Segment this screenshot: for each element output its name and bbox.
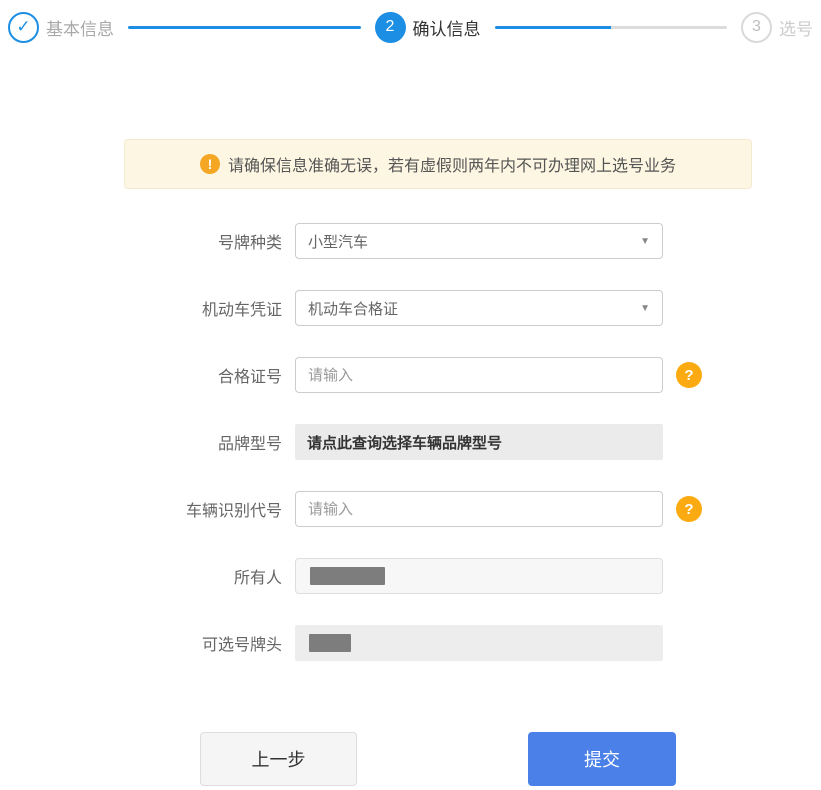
step-label-basic-info: 基本信息 [46, 19, 114, 39]
form-row-brand-model: 品牌型号 请点此查询选择车辆品牌型号 [0, 424, 821, 460]
step-confirm-info: 2 确认信息 [374, 11, 481, 43]
certificate-number-input[interactable] [295, 357, 663, 393]
vehicle-certificate-select[interactable]: 机动车合格证 ▼ [295, 290, 663, 326]
submit-button[interactable]: 提交 [528, 732, 676, 786]
step-done-check-icon: ✓ [8, 11, 39, 43]
step-basic-info: ✓ 基本信息 [8, 11, 114, 43]
previous-step-button[interactable]: 上一步 [200, 732, 357, 786]
chevron-down-icon: ▼ [640, 302, 650, 314]
step-label-confirm-info: 确认信息 [412, 19, 481, 39]
plate-type-label: 号牌种类 [217, 235, 282, 252]
step-label-pick-number: 选号 [779, 19, 813, 39]
form-row-plate-prefix: 可选号牌头 [0, 625, 821, 661]
brand-model-picker[interactable]: 请点此查询选择车辆品牌型号 [295, 424, 663, 460]
step-connector-2 [494, 25, 727, 29]
vin-input[interactable] [295, 491, 663, 527]
form-row-owner: 所有人 [0, 558, 821, 594]
step-pick-number: 3 选号 [741, 11, 813, 43]
redacted-plate-prefix-value [309, 634, 351, 652]
plate-prefix-readonly-field [295, 625, 663, 661]
form-row-certificate-number: 合格证号 ? [0, 357, 821, 393]
confirm-info-form: 号牌种类 小型汽车 ▼ 机动车凭证 机动车合格证 ▼ 合格证号 ? 品牌型号 请… [0, 223, 821, 661]
vin-help-icon[interactable]: ? [676, 496, 702, 522]
form-actions: 上一步 提交 [200, 732, 821, 786]
plate-prefix-label: 可选号牌头 [201, 637, 282, 654]
form-row-plate-type: 号牌种类 小型汽车 ▼ [0, 223, 821, 259]
step-number-3: 3 [741, 11, 772, 43]
certificate-number-label: 合格证号 [217, 369, 282, 386]
step-connector-1 [128, 25, 361, 29]
brand-model-picker-text: 请点此查询选择车辆品牌型号 [307, 434, 503, 452]
chevron-down-icon: ▼ [640, 235, 650, 247]
vehicle-certificate-label: 机动车凭证 [201, 302, 282, 319]
step-number-2: 2 [374, 11, 406, 43]
owner-readonly-field [295, 558, 663, 594]
warning-icon: ! [199, 154, 220, 174]
redacted-owner-value [310, 567, 385, 585]
step-indicator: ✓ 基本信息 2 确认信息 3 选号 [0, 0, 821, 46]
plate-type-select[interactable]: 小型汽车 ▼ [295, 223, 663, 259]
plate-type-value: 小型汽车 [308, 233, 369, 251]
vin-label: 车辆识别代号 [185, 503, 282, 520]
form-row-vehicle-certificate: 机动车凭证 机动车合格证 ▼ [0, 290, 821, 326]
certificate-number-help-icon[interactable]: ? [676, 362, 702, 388]
form-row-vin: 车辆识别代号 ? [0, 491, 821, 527]
warning-banner: ! 请确保信息准确无误，若有虚假则两年内不可办理网上选号业务 [124, 139, 752, 189]
warning-text: 请确保信息准确无误，若有虚假则两年内不可办理网上选号业务 [227, 158, 676, 175]
brand-model-label: 品牌型号 [217, 436, 282, 453]
vehicle-certificate-value: 机动车合格证 [308, 300, 399, 318]
owner-label: 所有人 [233, 570, 282, 587]
